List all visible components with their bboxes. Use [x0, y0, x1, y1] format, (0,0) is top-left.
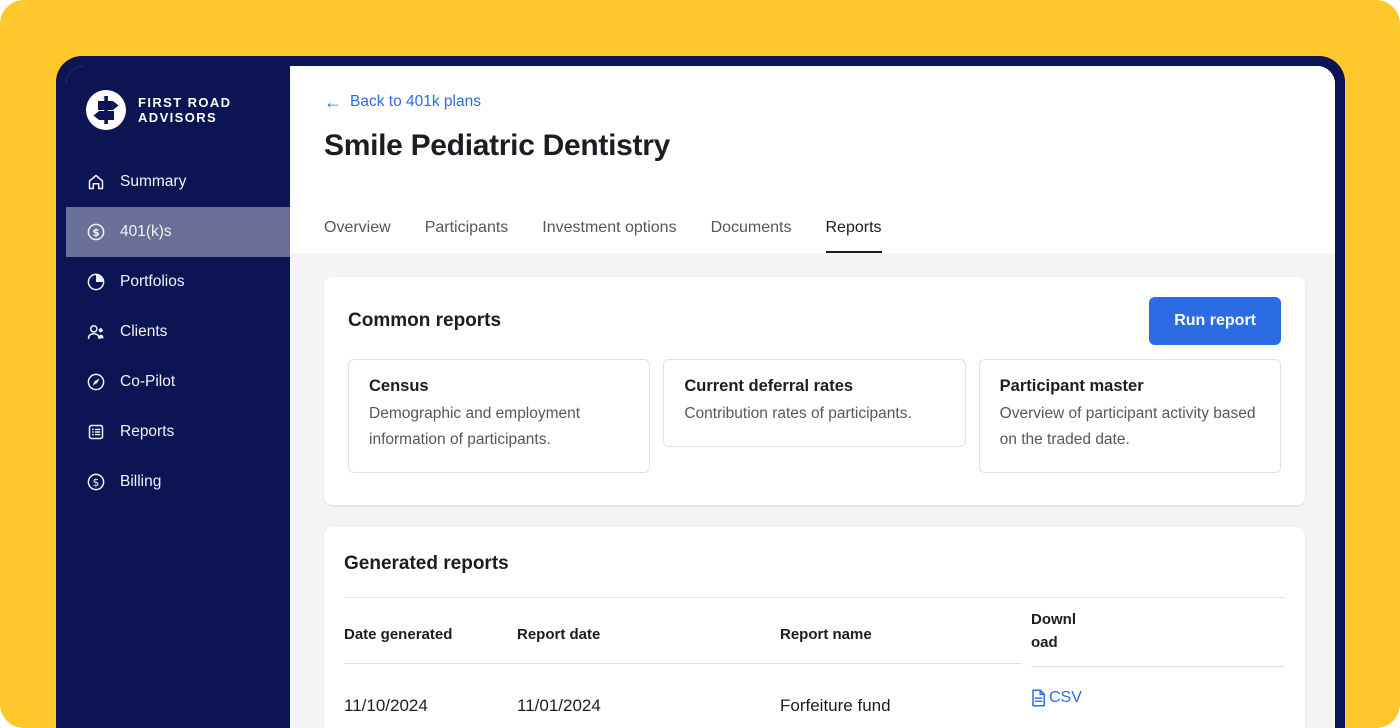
tab-overview[interactable]: Overview — [324, 218, 391, 253]
report-card-title: Participant master — [999, 377, 1144, 395]
tab-participants[interactable]: Participants — [425, 218, 509, 253]
report-card-participant-master[interactable]: Participant master Overview of participa… — [978, 359, 1281, 473]
sidebar-item-summary[interactable]: Summary — [66, 157, 290, 207]
pie-chart-icon — [87, 273, 105, 291]
sidebar-item-reports[interactable]: Reports — [66, 407, 290, 457]
cell-download: CSV — [1031, 667, 1285, 712]
sidebar-item-portfolios[interactable]: Portfolios — [66, 257, 290, 307]
generated-reports-table: Date generated Report date Report name 1… — [344, 598, 1285, 716]
sidebar-item-copilot[interactable]: Co-Pilot — [66, 357, 290, 407]
csv-download-link[interactable]: CSV — [1031, 689, 1082, 707]
table-header-row: Date generated Report date Report name — [344, 598, 1021, 664]
common-report-options: Census Demographic and employment inform… — [348, 359, 1281, 473]
column-header-date-generated: Date generated — [344, 626, 453, 643]
people-icon — [87, 325, 104, 340]
column-header-report-name: Report name — [780, 626, 872, 643]
cell-date-generated: 11/10/2024 — [344, 696, 428, 715]
column-header-report-date: Report date — [517, 626, 601, 643]
report-card-current-deferral-rates[interactable]: Current deferral rates Contribution rate… — [663, 359, 966, 447]
report-card-census[interactable]: Census Demographic and employment inform… — [348, 359, 651, 473]
back-to-401k-plans-link[interactable]: ← Back to 401k plans — [324, 92, 481, 112]
file-icon — [1032, 689, 1045, 707]
back-arrow-icon: ← — [324, 92, 342, 112]
list-document-icon — [88, 424, 104, 440]
column-header-download: Downl oad — [1031, 598, 1285, 667]
first-road-logo-icon — [86, 90, 126, 130]
dollar-circle-icon: $ — [87, 473, 105, 491]
compass-icon — [87, 373, 105, 391]
sidebar-item-label: 401(k)s — [120, 223, 172, 240]
table-row: 11/10/2024 11/01/2024 Forfeiture fund — [344, 664, 1021, 716]
reports-content: Common reports Run report Census Demogra… — [290, 253, 1335, 728]
sidebar-item-label: Summary — [120, 173, 187, 190]
sidebar-item-billing[interactable]: $ Billing — [66, 457, 290, 507]
brand-logo: FIRST ROAD ADVISORS — [86, 90, 290, 130]
app-window: FIRST ROAD ADVISORS Summary $ 401(k)s Po… — [56, 56, 1345, 728]
run-report-button[interactable]: Run report — [1149, 297, 1281, 345]
tab-reports[interactable]: Reports — [825, 218, 882, 253]
csv-link-label: CSV — [1049, 689, 1082, 706]
sidebar-item-401ks[interactable]: $ 401(k)s — [66, 207, 290, 257]
svg-text:$: $ — [93, 477, 100, 489]
tab-investment-options[interactable]: Investment options — [542, 218, 676, 253]
report-card-description: Overview of participant activity based o… — [999, 405, 1256, 448]
sidebar-nav: Summary $ 401(k)s Portfolios Clients Co-… — [66, 157, 290, 507]
common-reports-card: Common reports Run report Census Demogra… — [324, 277, 1305, 505]
tab-documents[interactable]: Documents — [711, 218, 792, 253]
cell-report-date: 11/01/2024 — [517, 696, 601, 715]
back-link-label: Back to 401k plans — [350, 93, 481, 110]
sidebar-item-label: Portfolios — [120, 273, 185, 290]
main-area: ← Back to 401k plans Smile Pediatric Den… — [290, 66, 1335, 728]
page-background: FIRST ROAD ADVISORS Summary $ 401(k)s Po… — [0, 0, 1400, 728]
sidebar-item-label: Reports — [120, 423, 175, 440]
sidebar-item-label: Clients — [120, 323, 168, 340]
sidebar-item-label: Billing — [120, 473, 162, 490]
common-reports-heading: Common reports — [348, 310, 502, 331]
svg-text:$: $ — [92, 227, 99, 239]
page-title: Smile Pediatric Dentistry — [324, 129, 670, 162]
report-card-description: Contribution rates of participants. — [684, 405, 912, 422]
plan-header: ← Back to 401k plans Smile Pediatric Den… — [290, 66, 1335, 253]
generated-reports-heading: Generated reports — [344, 553, 509, 574]
report-card-title: Current deferral rates — [684, 377, 854, 395]
generated-reports-card: Generated reports Date generated Report … — [324, 527, 1305, 728]
brand-name: FIRST ROAD ADVISORS — [138, 95, 232, 125]
app-frame: FIRST ROAD ADVISORS Summary $ 401(k)s Po… — [66, 66, 1335, 728]
sidebar-item-clients[interactable]: Clients — [66, 307, 290, 357]
report-card-description: Demographic and employment information o… — [369, 405, 581, 448]
plan-tabs: Overview Participants Investment options… — [324, 218, 1301, 253]
sidebar: FIRST ROAD ADVISORS Summary $ 401(k)s Po… — [66, 66, 290, 728]
report-card-title: Census — [369, 377, 429, 395]
home-icon — [88, 174, 104, 190]
cell-report-name: Forfeiture fund — [780, 696, 891, 715]
dollar-circle-icon: $ — [87, 223, 105, 241]
sidebar-item-label: Co-Pilot — [120, 373, 176, 390]
